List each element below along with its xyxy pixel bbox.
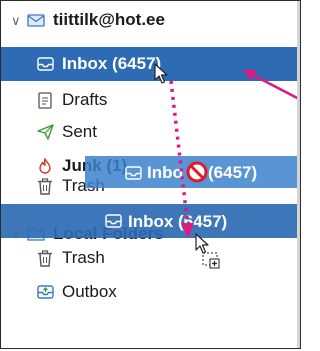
trash-icon — [36, 177, 54, 195]
local-item-outbox[interactable]: Outbox — [1, 275, 300, 309]
inbox-icon — [105, 213, 122, 234]
drag-ghost-label-prefix: Inbo — [147, 163, 183, 182]
folder-pane: ∨ tiittilk@hot.ee Inbox (6457) Drafts Se… — [0, 0, 301, 349]
drag-ghost-mid: Inbo (6457) — [85, 156, 300, 189]
local-label-outbox: Outbox — [62, 282, 117, 301]
folder-label-sent: Sent — [62, 122, 97, 141]
mail-account-icon — [27, 11, 45, 29]
mouse-pointer-icon — [154, 63, 168, 90]
inbox-icon — [125, 165, 142, 186]
no-drop-icon — [185, 160, 209, 189]
folder-item-inbox[interactable]: Inbox (6457) — [1, 47, 300, 81]
sent-icon — [36, 123, 54, 141]
folder-label-drafts: Drafts — [62, 90, 108, 109]
folder-item-sent[interactable]: Sent — [1, 115, 300, 149]
pane-splitter[interactable] — [297, 1, 300, 348]
drafts-icon — [36, 91, 54, 109]
account-name: tiittilk@hot.ee — [53, 10, 165, 29]
inbox-icon — [36, 55, 54, 73]
local-label-trash: Trash — [62, 248, 105, 267]
drag-ghost-bottom: Inbox (6457) — [1, 204, 300, 238]
account-row[interactable]: ∨ tiittilk@hot.ee — [1, 3, 300, 37]
outbox-icon — [36, 283, 54, 301]
local-item-trash[interactable]: Trash — [1, 241, 300, 275]
folder-label-inbox: Inbox (6457) — [62, 54, 162, 73]
chevron-down-icon[interactable]: ∨ — [11, 13, 21, 29]
folder-item-drafts[interactable]: Drafts — [1, 83, 300, 117]
drag-copy-cursor-icon — [195, 233, 223, 274]
drag-ghost-bottom-label: Inbox (6457) — [128, 212, 228, 231]
trash-icon — [36, 249, 54, 267]
drag-ghost-label-suffix: (6457) — [208, 163, 258, 182]
